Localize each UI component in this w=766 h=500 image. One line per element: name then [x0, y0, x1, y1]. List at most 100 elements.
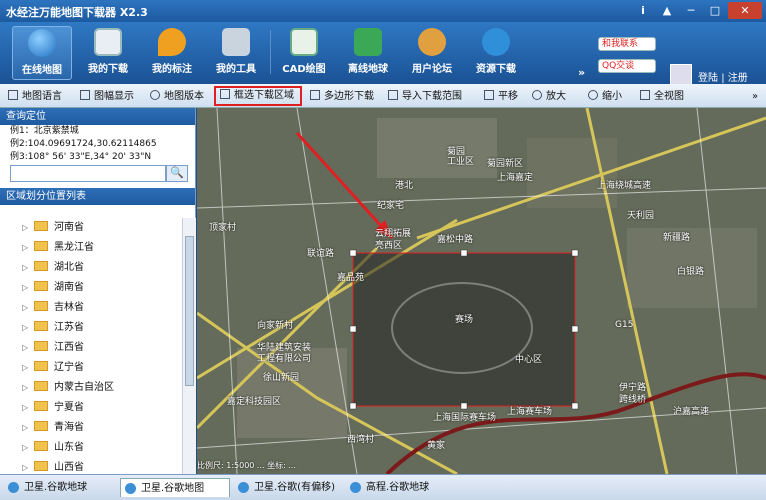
map-label: 上海国际赛车场: [433, 413, 497, 423]
map-label: 上海绕城高速: [597, 181, 652, 191]
zoom-out-icon: [588, 90, 598, 100]
tree-node[interactable]: ▷ 湖北省: [0, 258, 182, 278]
folder-icon: [34, 301, 48, 311]
map-label: 菊园新区: [487, 159, 524, 169]
register-link[interactable]: 注册: [728, 73, 748, 84]
main-toolbar: 在线地图 我的下载 我的标注 我的工具 CAD绘图 离线地球 用户论坛 资源下载…: [0, 22, 766, 86]
polygon-icon: [310, 90, 320, 100]
folder-icon: [34, 381, 48, 391]
tree-node[interactable]: ▷ 山东省: [0, 438, 182, 458]
map-label: 亮西区: [375, 241, 403, 251]
map-label: 向家新村: [257, 321, 294, 331]
map-label: 西湾村: [347, 435, 375, 445]
tab-google-earth-elevation[interactable]: 高程.谷歌地球: [346, 478, 456, 497]
info-button[interactable]: i: [632, 2, 654, 19]
map-view[interactable]: 菊园 上海嘉定 菊园新区 港北 工业区 顶家村 云翔拓展 亮西区 联谊路 嘉品苑…: [197, 108, 766, 474]
map-label: 沪嘉高速: [673, 407, 710, 417]
tree-node[interactable]: ▷ 江西省: [0, 338, 182, 358]
pan-button[interactable]: 平移: [484, 88, 518, 105]
map-label: 工程有限公司: [257, 354, 312, 364]
tree-node[interactable]: ▷ 辽宁省: [0, 358, 182, 378]
map-label: 嘉定科技园区: [227, 397, 282, 407]
cubes-icon: [354, 28, 382, 56]
example-1: 例1：北京紫禁城: [10, 126, 79, 136]
map-language-button[interactable]: 地图语言: [8, 88, 62, 105]
zoom-in-icon: [532, 90, 542, 100]
my-marks-button[interactable]: 我的标注: [142, 26, 202, 80]
globe-icon: [350, 482, 361, 493]
tree-node[interactable]: ▷ 内蒙古自治区: [0, 378, 182, 398]
map-label: 天利园: [627, 211, 655, 221]
users-icon: [418, 28, 446, 56]
title-bar: 水经注万能地图下载器 X2.3 i ▲ ─ □ ✕: [0, 0, 766, 22]
minimize-button[interactable]: ─: [680, 2, 702, 19]
toolbar-more-button[interactable]: »: [578, 66, 585, 79]
folder-icon: [34, 341, 48, 351]
map-label: 上海嘉定: [497, 173, 534, 183]
left-panel: 查询定位 例1：北京紫禁城 例2:104.09691724,30.6211486…: [0, 108, 196, 474]
folder-icon: [34, 401, 48, 411]
qq-chat-link[interactable]: QQ交谈: [598, 59, 656, 73]
cad-icon: [290, 28, 318, 56]
status-bar: 卫星.谷歌地球 卫星.谷歌地图 卫星.谷歌(有偏移) 高程.谷歌地球: [0, 474, 766, 500]
tab-google-map-satellite[interactable]: 卫星.谷歌地图: [120, 478, 230, 497]
zoom-in-button[interactable]: 放大: [532, 88, 566, 105]
tree-node[interactable]: ▷ 宁夏省: [0, 398, 182, 418]
close-button[interactable]: ✕: [728, 2, 762, 19]
contact-us-link[interactable]: 和我联系: [598, 37, 656, 51]
map-label: 黄家: [427, 441, 446, 451]
map-version-button[interactable]: 地图版本: [150, 88, 204, 105]
folder-icon: [34, 261, 48, 271]
map-label: 中心区: [515, 355, 543, 365]
grid-icon: [8, 90, 18, 100]
skin-button[interactable]: ▲: [656, 2, 678, 19]
import-icon: [388, 90, 398, 100]
resource-icon: [482, 28, 510, 56]
map-label: 跨线桥: [619, 395, 647, 405]
offline-earth-button[interactable]: 离线地球: [338, 26, 398, 80]
folder-icon: [34, 281, 48, 291]
example-2: 例2:104.09691724,30.62114865: [10, 139, 157, 149]
globe-icon: [8, 482, 19, 493]
tab-google-earth-satellite[interactable]: 卫星.谷歌地球: [4, 478, 116, 497]
tree-node[interactable]: ▷ 湖南省: [0, 278, 182, 298]
my-downloads-button[interactable]: 我的下载: [78, 26, 138, 80]
sheet-display-button[interactable]: 图幅显示: [80, 88, 134, 105]
cad-drawing-button[interactable]: CAD绘图: [274, 26, 334, 80]
full-view-button[interactable]: 全视图: [640, 88, 684, 105]
search-input[interactable]: [10, 165, 166, 182]
folder-icon: [34, 221, 48, 231]
folder-icon: [34, 241, 48, 251]
folder-icon: [34, 421, 48, 431]
subbar-more-button[interactable]: »: [752, 88, 758, 105]
import-range-button[interactable]: 导入下载范围: [388, 88, 462, 105]
map-toolbar: 地图语言 图幅显示 地图版本 框选下载区域 多边形下载 导入下载范围 平移 放大…: [0, 84, 766, 108]
tree-node[interactable]: ▷ 青海省: [0, 418, 182, 438]
tree-node[interactable]: ▷ 山西省: [0, 458, 182, 474]
tab-google-offset-satellite[interactable]: 卫星.谷歌(有偏移): [234, 478, 344, 497]
login-link[interactable]: 登陆: [698, 73, 718, 84]
resource-download-button[interactable]: 资源下载: [466, 26, 526, 80]
map-label: 嘉品苑: [337, 273, 365, 283]
search-icon[interactable]: 🔍: [166, 165, 188, 182]
maximize-button[interactable]: □: [704, 2, 726, 19]
tree-node[interactable]: ▷ 吉林省: [0, 298, 182, 318]
tree-node[interactable]: ▷ 江苏省: [0, 318, 182, 338]
online-map-button[interactable]: 在线地图: [12, 26, 72, 80]
tree-node[interactable]: ▷ 河南省: [0, 218, 182, 238]
map-label: 顶家村: [209, 223, 237, 233]
tree-scrollbar[interactable]: [182, 218, 196, 474]
user-forum-button[interactable]: 用户论坛: [402, 26, 462, 80]
zoom-out-button[interactable]: 缩小: [588, 88, 622, 105]
map-status-text: 比例尺: 1:5000 ... 坐标: ...: [197, 461, 296, 470]
rect-select-icon: [220, 89, 230, 99]
tree-node[interactable]: ▷ 黑龙江省: [0, 238, 182, 258]
polygon-download-button[interactable]: 多边形下载: [310, 88, 374, 105]
my-tools-button[interactable]: 我的工具: [206, 26, 266, 80]
map-label: 赛场: [455, 315, 474, 325]
map-pin-icon: [158, 28, 186, 56]
map-label: G15: [615, 320, 634, 330]
query-title: 查询定位: [0, 108, 195, 125]
rect-select-download-button[interactable]: 框选下载区域: [214, 86, 302, 106]
download-list-icon: [94, 28, 122, 56]
